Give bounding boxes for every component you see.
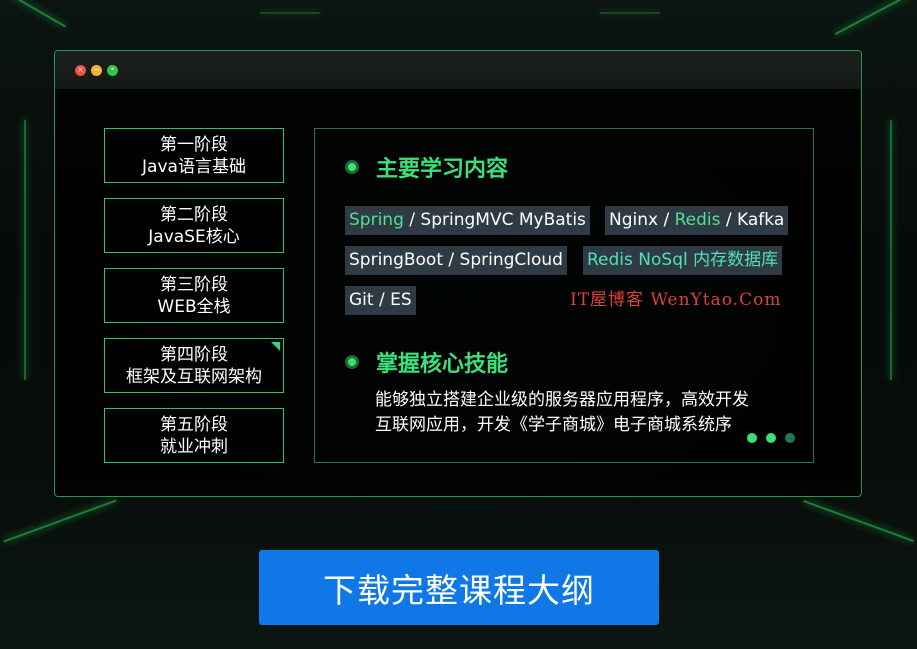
bg-light-strip	[890, 120, 892, 380]
section-heading-learning: 主要学习内容	[345, 151, 508, 183]
description-line: 互联网应用，开发《学子商城》电子商城系统序	[375, 415, 732, 435]
bg-light-strip	[3, 499, 117, 543]
close-window-button[interactable]: ×	[75, 65, 86, 76]
bg-light-strip	[260, 12, 320, 14]
tech-tag-springboot: SpringBoot / SpringCloud	[345, 246, 567, 275]
bullet-icon	[345, 355, 359, 369]
bullet-icon	[345, 160, 359, 174]
bg-light-strip	[834, 0, 916, 36]
stage-tab-4[interactable]: 第四阶段 框架及互联网架构	[104, 338, 284, 393]
pager-dot-3[interactable]	[785, 433, 795, 443]
stage-subtitle: 就业冲刺	[160, 436, 228, 457]
watermark-text: IT屋博客 WenYtao.Com	[570, 290, 782, 310]
minimize-window-button[interactable]: −	[91, 65, 102, 76]
stage-title: 第五阶段	[160, 414, 228, 435]
section-heading-skills: 掌握核心技能	[345, 346, 508, 378]
pager-dot-1[interactable]	[747, 433, 757, 443]
stage-subtitle: JavaSE核心	[148, 226, 240, 247]
stage-subtitle: Java语言基础	[142, 156, 246, 177]
maximize-window-button[interactable]: •	[107, 65, 118, 76]
minimize-icon: −	[93, 65, 100, 74]
section-title: 主要学习内容	[376, 157, 509, 182]
tag-text: Redis NoSql 内存数据库	[587, 250, 779, 270]
skills-description: 能够独立搭建企业级的服务器应用程序，高效开发 互联网应用，开发《学子商城》电子商…	[375, 388, 795, 438]
maximize-icon: •	[110, 65, 115, 74]
active-corner-icon	[271, 342, 280, 351]
description-line: 能够独立搭建企业级的服务器应用程序，高效开发	[375, 390, 749, 410]
stage-subtitle: WEB全栈	[157, 296, 231, 317]
window-titlebar: × − •	[55, 51, 861, 89]
tag-highlight: Spring	[349, 210, 404, 230]
stage-title: 第四阶段	[160, 344, 228, 365]
stage-title: 第一阶段	[160, 134, 228, 155]
tag-text: Git / ES	[349, 290, 412, 310]
stage-tab-2[interactable]: 第二阶段 JavaSE核心	[104, 198, 284, 253]
tag-text: / Kafka	[720, 210, 785, 230]
carousel-pager	[747, 433, 795, 443]
stage-subtitle: 框架及互联网架构	[126, 366, 262, 387]
download-syllabus-button[interactable]: 下载完整课程大纲	[259, 550, 659, 625]
tag-text: SpringBoot / SpringCloud	[349, 250, 563, 270]
stage-tab-3[interactable]: 第三阶段 WEB全栈	[104, 268, 284, 323]
tag-highlight: Redis	[674, 210, 721, 230]
tech-tag-redis-nosql: Redis NoSql 内存数据库	[583, 246, 783, 275]
tech-tag-spring: Spring / SpringMVC MyBatis	[345, 206, 590, 235]
tag-text: / SpringMVC MyBatis	[403, 210, 586, 230]
stage-title: 第三阶段	[160, 274, 228, 295]
stage-title: 第二阶段	[160, 204, 228, 225]
bg-light-strip	[24, 120, 26, 380]
bg-light-strip	[803, 500, 914, 542]
tech-tag-nginx: Nginx / Redis / Kafka	[605, 206, 789, 235]
tag-text: Nginx /	[609, 210, 675, 230]
close-icon: ×	[77, 65, 84, 74]
section-title: 掌握核心技能	[376, 352, 509, 377]
bg-light-strip	[4, 0, 66, 28]
stage-tab-5[interactable]: 第五阶段 就业冲刺	[104, 408, 284, 463]
bg-light-strip	[600, 12, 660, 14]
tech-tag-git-es: Git / ES	[345, 286, 416, 315]
pager-dot-2[interactable]	[766, 433, 776, 443]
stage-tab-1[interactable]: 第一阶段 Java语言基础	[104, 128, 284, 183]
